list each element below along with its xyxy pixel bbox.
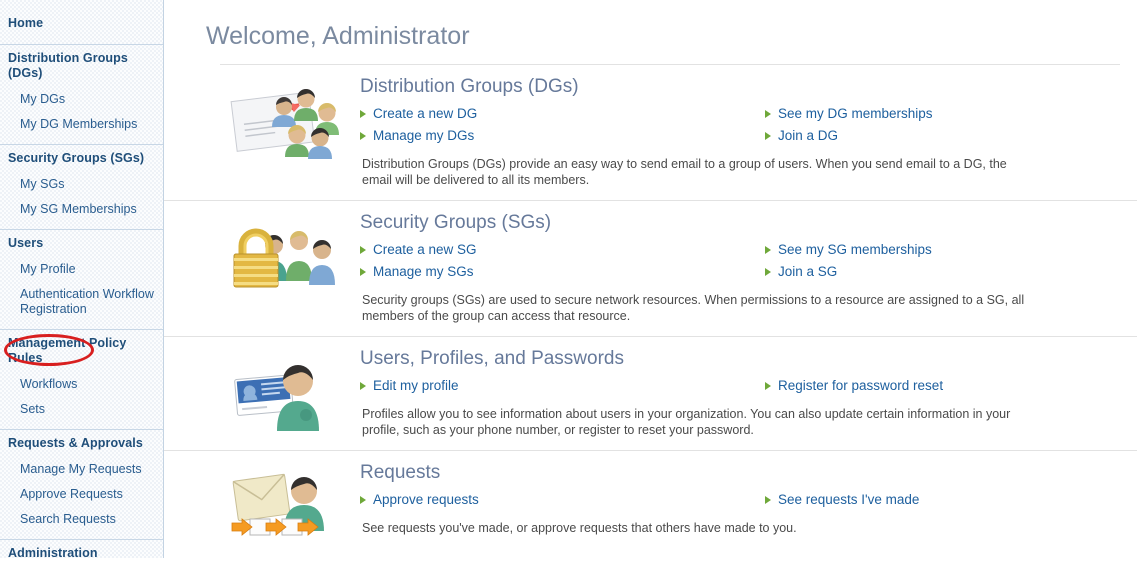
envelope-group-icon (220, 75, 350, 190)
link-column-left: Edit my profile (360, 375, 740, 397)
section-title-users-profiles-passwords: Users, Profiles, and Passwords (360, 347, 1120, 371)
page-root: Home Distribution Groups (DGs) My DGs My… (0, 0, 1137, 558)
triangle-bullet-icon (765, 246, 771, 254)
sidebar-item-workflows[interactable]: Workflows (0, 372, 163, 397)
triangle-bullet-icon (360, 268, 366, 276)
link-create-a-new-sg[interactable]: Create a new SG (373, 241, 477, 259)
sidebar-item-sets[interactable]: Sets (0, 397, 163, 422)
section-users-profiles-passwords: Users, Profiles, and Passwords Edit my p… (164, 337, 1137, 451)
link-column-left: Create a new SG Manage my SGs (360, 239, 740, 283)
sidebar-item-home[interactable]: Home (0, 10, 163, 37)
link-row-see-my-dg-memberships[interactable]: See my DG memberships (765, 103, 1120, 125)
link-join-a-dg[interactable]: Join a DG (778, 127, 838, 145)
sidebar-header-requests-approvals: Requests & Approvals (0, 430, 163, 457)
triangle-bullet-icon (765, 382, 771, 390)
link-grid-security-groups: Create a new SG Manage my SGs See my SG … (360, 239, 1120, 283)
sidebar-group-distribution-groups: Distribution Groups (DGs) My DGs My DG M… (0, 45, 163, 145)
link-see-requests-ive-made[interactable]: See requests I've made (778, 491, 919, 509)
link-approve-requests[interactable]: Approve requests (373, 491, 479, 509)
link-row-create-a-new-dg[interactable]: Create a new DG (360, 103, 740, 125)
sidebar-header-security-groups: Security Groups (SGs) (0, 145, 163, 172)
link-column-right: See my DG memberships Join a DG (740, 103, 1120, 147)
link-row-manage-my-dgs[interactable]: Manage my DGs (360, 125, 740, 147)
padlock-group-icon (220, 211, 350, 326)
link-row-approve-requests[interactable]: Approve requests (360, 489, 740, 511)
section-body-users-profiles-passwords: Users, Profiles, and Passwords Edit my p… (350, 347, 1120, 440)
link-column-right: See my SG memberships Join a SG (740, 239, 1120, 283)
sidebar-item-my-sg-memberships[interactable]: My SG Memberships (0, 197, 163, 222)
link-create-a-new-dg[interactable]: Create a new DG (373, 105, 477, 123)
section-distribution-groups: Distribution Groups (DGs) Create a new D… (164, 65, 1137, 201)
sidebar-item-manage-my-requests[interactable]: Manage My Requests (0, 457, 163, 482)
section-body-distribution-groups: Distribution Groups (DGs) Create a new D… (350, 75, 1120, 190)
section-description-distribution-groups: Distribution Groups (DGs) provide an eas… (362, 156, 1034, 188)
link-row-join-a-dg[interactable]: Join a DG (765, 125, 1120, 147)
link-grid-users-profiles-passwords: Edit my profile Register for password re… (360, 375, 1120, 397)
sidebar-item-administration[interactable]: Administration (0, 540, 163, 567)
link-row-manage-my-sgs[interactable]: Manage my SGs (360, 261, 740, 283)
sidebar-group-administration: Administration (0, 540, 163, 574)
link-edit-my-profile[interactable]: Edit my profile (373, 377, 459, 395)
sidebar-group-management-policy-rules: Management Policy Rules Workflows Sets (0, 330, 163, 430)
link-register-for-password-reset[interactable]: Register for password reset (778, 377, 943, 395)
section-requests: Requests Approve requests See requests I… (164, 451, 1137, 555)
link-column-left: Create a new DG Manage my DGs (360, 103, 740, 147)
section-title-requests: Requests (360, 461, 1120, 485)
triangle-bullet-icon (765, 268, 771, 276)
link-column-left: Approve requests (360, 489, 740, 511)
link-row-edit-my-profile[interactable]: Edit my profile (360, 375, 740, 397)
link-row-join-a-sg[interactable]: Join a SG (765, 261, 1120, 283)
link-column-right: See requests I've made (740, 489, 1120, 511)
link-row-register-for-password-reset[interactable]: Register for password reset (765, 375, 1120, 397)
sidebar-item-my-dg-memberships[interactable]: My DG Memberships (0, 112, 163, 137)
sidebar-item-my-profile[interactable]: My Profile (0, 257, 163, 282)
link-manage-my-sgs[interactable]: Manage my SGs (373, 263, 474, 281)
link-column-right: Register for password reset (740, 375, 1120, 397)
sidebar-group-users: Users My Profile Authentication Workflow… (0, 230, 163, 330)
sidebar-group-security-groups: Security Groups (SGs) My SGs My SG Membe… (0, 145, 163, 230)
triangle-bullet-icon (360, 496, 366, 504)
section-title-security-groups: Security Groups (SGs) (360, 211, 1120, 235)
section-title-distribution-groups: Distribution Groups (DGs) (360, 75, 1120, 99)
section-body-security-groups: Security Groups (SGs) Create a new SG Ma… (350, 211, 1120, 326)
triangle-bullet-icon (765, 132, 771, 140)
sidebar-header-management-policy-rules: Management Policy Rules (0, 330, 163, 372)
link-see-my-dg-memberships[interactable]: See my DG memberships (778, 105, 933, 123)
section-description-users-profiles-passwords: Profiles allow you to see information ab… (362, 406, 1034, 438)
sidebar-header-users: Users (0, 230, 163, 257)
sidebar-item-my-sgs[interactable]: My SGs (0, 172, 163, 197)
user-idcard-icon (220, 347, 350, 440)
link-join-a-sg[interactable]: Join a SG (778, 263, 837, 281)
section-body-requests: Requests Approve requests See requests I… (350, 461, 1120, 545)
triangle-bullet-icon (765, 496, 771, 504)
sidebar-item-my-dgs[interactable]: My DGs (0, 87, 163, 112)
link-grid-distribution-groups: Create a new DG Manage my DGs See my DG … (360, 103, 1120, 147)
section-description-security-groups: Security groups (SGs) are used to secure… (362, 292, 1034, 324)
section-security-groups: Security Groups (SGs) Create a new SG Ma… (164, 201, 1137, 337)
link-grid-requests: Approve requests See requests I've made (360, 489, 1120, 511)
link-manage-my-dgs[interactable]: Manage my DGs (373, 127, 474, 145)
sidebar-header-distribution-groups: Distribution Groups (DGs) (0, 45, 163, 87)
section-description-requests: See requests you've made, or approve req… (362, 520, 1034, 536)
sidebar-item-authentication-workflow-registration[interactable]: Authentication Workflow Registration (0, 282, 163, 322)
request-workflow-icon (220, 461, 350, 545)
link-row-create-a-new-sg[interactable]: Create a new SG (360, 239, 740, 261)
sidebar-item-approve-requests[interactable]: Approve Requests (0, 482, 163, 507)
triangle-bullet-icon (360, 382, 366, 390)
triangle-bullet-icon (765, 110, 771, 118)
sidebar-navigation: Home Distribution Groups (DGs) My DGs My… (0, 0, 164, 558)
sidebar-group-home: Home (0, 0, 163, 45)
sidebar-group-requests-approvals: Requests & Approvals Manage My Requests … (0, 430, 163, 540)
link-row-see-requests-ive-made[interactable]: See requests I've made (765, 489, 1120, 511)
triangle-bullet-icon (360, 110, 366, 118)
link-row-see-my-sg-memberships[interactable]: See my SG memberships (765, 239, 1120, 261)
page-title: Welcome, Administrator (164, 0, 1137, 52)
link-see-my-sg-memberships[interactable]: See my SG memberships (778, 241, 932, 259)
main-content: Welcome, Administrator (164, 0, 1137, 558)
sidebar-item-search-requests[interactable]: Search Requests (0, 507, 163, 532)
triangle-bullet-icon (360, 246, 366, 254)
triangle-bullet-icon (360, 132, 366, 140)
